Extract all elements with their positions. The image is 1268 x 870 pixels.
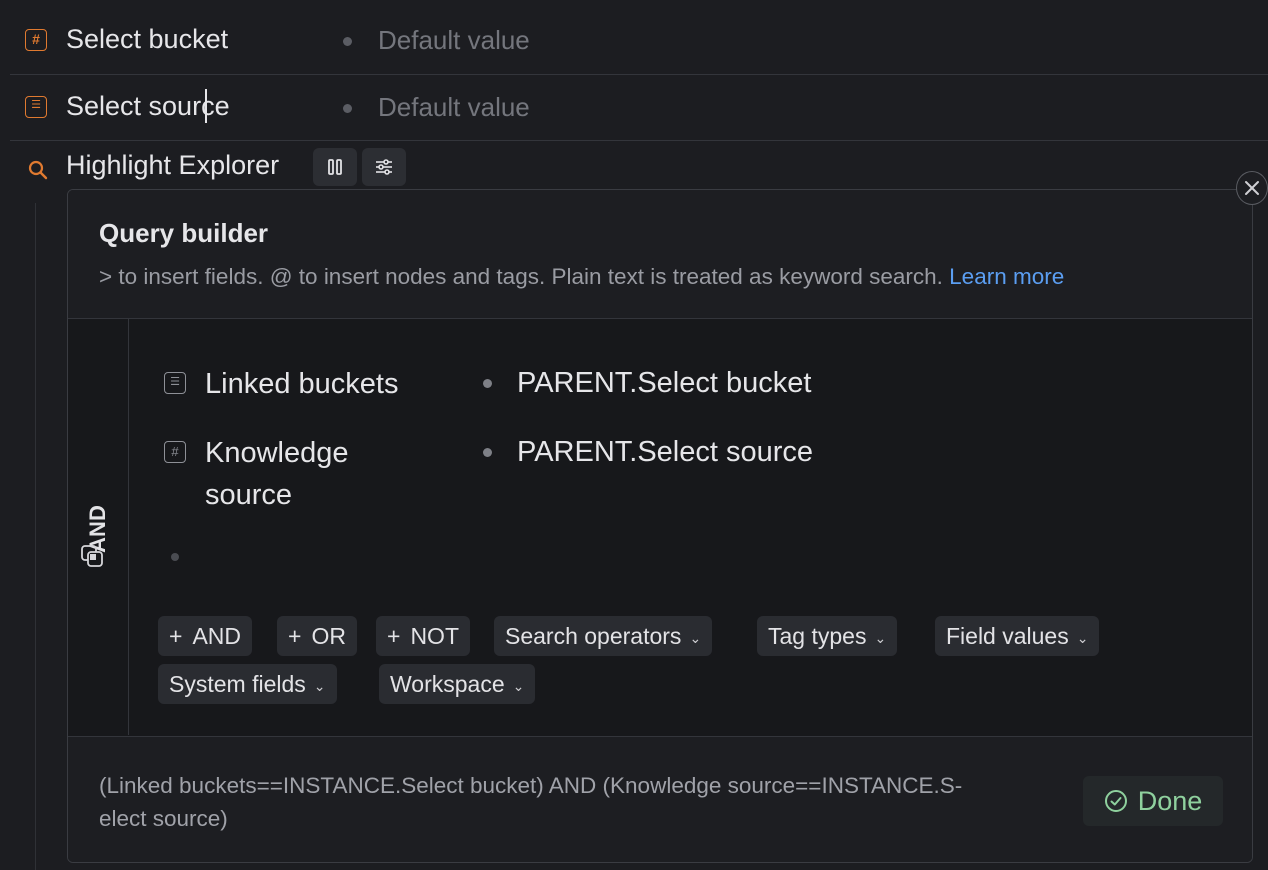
check-circle-icon	[1104, 790, 1127, 812]
group-icon	[81, 545, 103, 567]
add-and-button[interactable]: + AND	[158, 616, 252, 656]
condition-field[interactable]: Linked buckets	[205, 363, 398, 405]
condition-value[interactable]: PARENT.Select bucket	[517, 367, 811, 400]
learn-more-link[interactable]: Learn more	[949, 264, 1064, 289]
tag-types-dropdown[interactable]: Tag types ⌄	[757, 616, 898, 656]
field-row-select-bucket[interactable]: # Select bucket Default value	[0, 8, 1268, 74]
condition-field[interactable]: Knowledge source	[205, 432, 405, 516]
list-icon: ☰	[164, 372, 186, 394]
and-group-column[interactable]: AND	[68, 319, 129, 735]
number-icon: #	[25, 29, 47, 51]
query-builder-title: Query builder	[99, 218, 269, 248]
bullet-icon	[483, 448, 492, 457]
condition-value[interactable]: PARENT.Select source	[517, 436, 813, 469]
default-value-input[interactable]: Default value	[378, 25, 530, 56]
query-builder-panel: Query builder > to insert fields. @ to i…	[67, 189, 1253, 863]
add-or-button[interactable]: + OR	[277, 616, 357, 656]
bullet-icon	[343, 104, 352, 113]
query-builder-help: > to insert fields. @ to insert nodes an…	[99, 264, 1064, 290]
row-divider	[10, 140, 1268, 141]
system-fields-dropdown[interactable]: System fields ⌄	[158, 664, 337, 704]
chevron-down-icon: ⌄	[313, 677, 326, 694]
tree-guide-line	[35, 203, 36, 870]
columns-view-button[interactable]	[313, 148, 357, 186]
empty-condition-bullet[interactable]	[171, 553, 179, 561]
query-builder-header: Query builder > to insert fields. @ to i…	[68, 190, 1252, 319]
search-icon	[28, 160, 48, 180]
add-not-button[interactable]: + NOT	[376, 616, 470, 656]
field-label[interactable]: Select bucket	[66, 24, 228, 55]
columns-icon	[328, 159, 342, 175]
field-values-dropdown[interactable]: Field values ⌄	[935, 616, 1100, 656]
chevron-down-icon: ⌄	[874, 629, 887, 646]
field-row-select-source[interactable]: ☰ Select source Default value	[0, 75, 1268, 141]
list-icon: ☰	[25, 96, 47, 118]
close-icon	[1245, 181, 1259, 195]
workspace-dropdown[interactable]: Workspace ⌄	[379, 664, 536, 704]
sliders-icon	[376, 159, 392, 175]
bullet-icon	[483, 379, 492, 388]
search-operators-dropdown[interactable]: Search operators ⌄	[494, 616, 713, 656]
query-builder-footer: (Linked buckets==INSTANCE.Select bucket)…	[68, 736, 1252, 862]
number-icon: #	[164, 441, 186, 463]
explorer-title[interactable]: Highlight Explorer	[66, 150, 279, 181]
chevron-down-icon: ⌄	[689, 629, 702, 646]
chevron-down-icon: ⌄	[512, 677, 525, 694]
text-cursor	[205, 89, 207, 123]
done-button[interactable]: Done	[1083, 776, 1223, 826]
bullet-icon	[343, 37, 352, 46]
filter-settings-button[interactable]	[362, 148, 406, 186]
query-expression-line: elect source)	[99, 806, 228, 831]
default-value-input[interactable]: Default value	[378, 92, 530, 123]
chevron-down-icon: ⌄	[1076, 629, 1089, 646]
help-text: > to insert fields. @ to insert nodes an…	[99, 264, 943, 289]
close-panel-button[interactable]	[1236, 171, 1268, 205]
done-label: Done	[1137, 785, 1203, 816]
query-expression-line: (Linked buckets==INSTANCE.Select bucket)…	[99, 773, 963, 798]
query-expression: (Linked buckets==INSTANCE.Select bucket)…	[99, 769, 962, 835]
